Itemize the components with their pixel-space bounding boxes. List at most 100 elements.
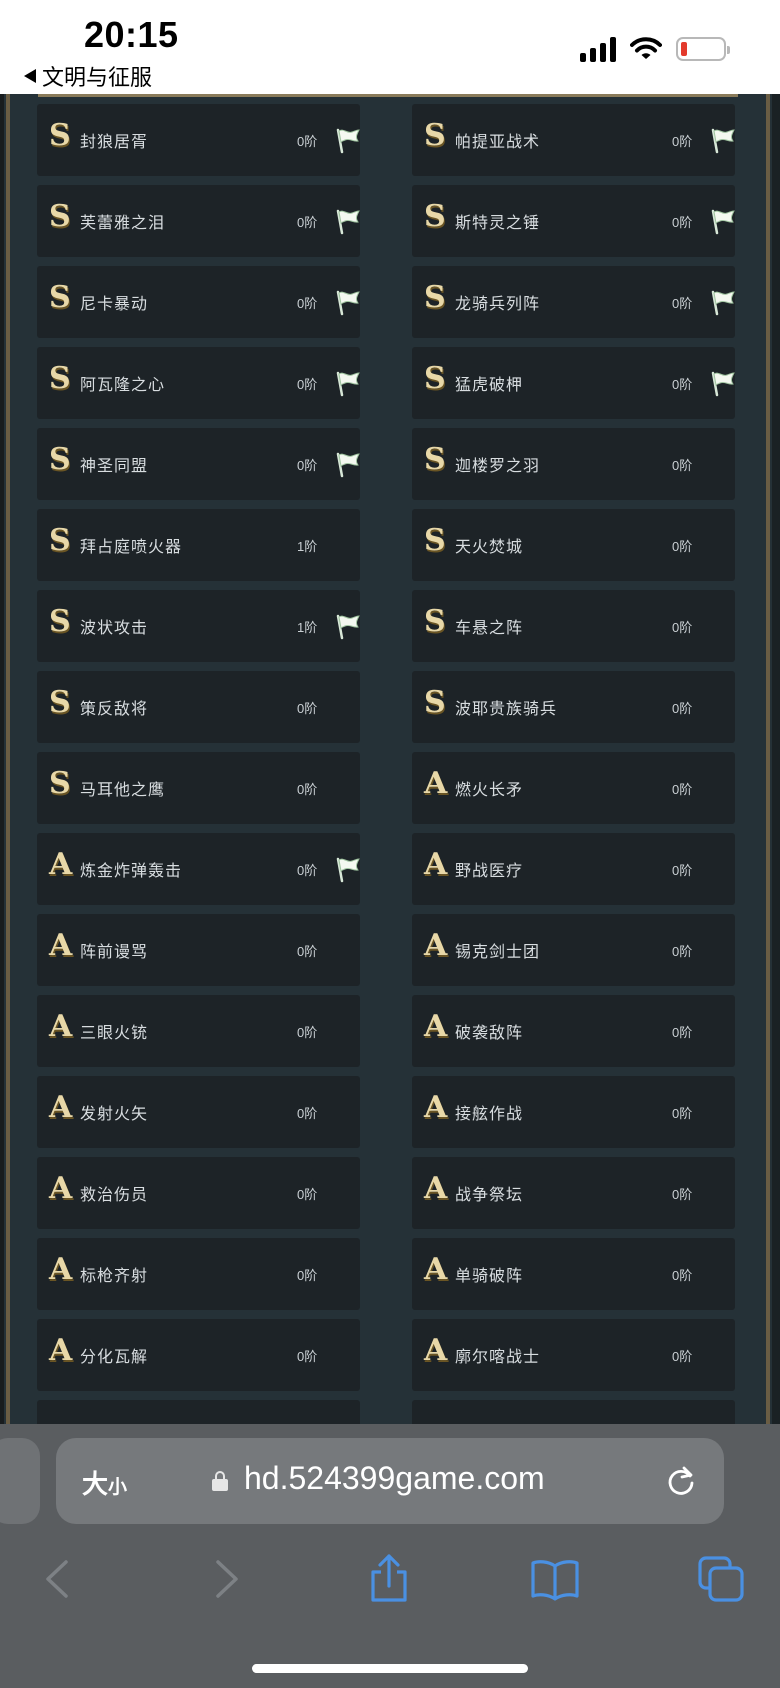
skill-level: 0阶 bbox=[672, 1106, 693, 1121]
flag-icon bbox=[711, 290, 735, 316]
bookmarks-icon[interactable] bbox=[530, 1554, 580, 1604]
reload-icon[interactable] bbox=[664, 1464, 698, 1498]
skill-card[interactable]: A 炼金炸弹轰击 0阶 bbox=[37, 833, 360, 905]
skill-name: 锡克剑士团 bbox=[455, 944, 541, 961]
skill-level: 0阶 bbox=[672, 701, 693, 716]
skill-level: 0阶 bbox=[297, 134, 318, 149]
back-to-app-button[interactable]: 文明与征服 bbox=[24, 60, 152, 92]
flag-icon bbox=[336, 857, 360, 883]
share-icon[interactable] bbox=[364, 1554, 414, 1604]
skill-grade: S bbox=[424, 442, 446, 477]
skill-name: 龙骑兵列阵 bbox=[455, 296, 541, 313]
skill-card[interactable]: S 天火焚城 0阶 bbox=[412, 509, 735, 581]
forward-nav-icon[interactable] bbox=[200, 1554, 250, 1604]
panel-border-left bbox=[6, 94, 10, 1424]
skill-name: 天火焚城 bbox=[455, 539, 524, 556]
skill-grid: S 封狼居胥 0阶 S 帕提亚战术 0阶 S 芙蕾雅之泪 0阶 S 斯特灵之锤 0阶 S 尼卡暴动 0阶 S 龙… bbox=[37, 104, 735, 1424]
text-size-button[interactable]: 大小 bbox=[82, 1464, 127, 1501]
skill-card[interactable]: A 标枪齐射 0阶 bbox=[37, 1238, 360, 1310]
skill-name: 车悬之阵 bbox=[455, 620, 524, 637]
skill-name: 策反敌将 bbox=[80, 701, 149, 718]
address-bar[interactable]: 大小 hd.524399game.com bbox=[56, 1438, 724, 1524]
skill-name: 野战医疗 bbox=[455, 863, 524, 880]
cellular-signal-icon bbox=[580, 36, 616, 62]
skill-list-panel: S 封狼居胥 0阶 S 帕提亚战术 0阶 S 芙蕾雅之泪 0阶 S 斯特灵之锤 0阶 S 尼卡暴动 0阶 S 龙… bbox=[0, 94, 780, 1424]
skill-level: 1阶 bbox=[297, 620, 318, 635]
skill-card[interactable]: S 策反敌将 0阶 bbox=[37, 671, 360, 743]
skill-grade: A bbox=[424, 928, 448, 963]
skill-card[interactable]: S 波状攻击 1阶 bbox=[37, 590, 360, 662]
skill-card[interactable]: A 阵前谩骂 0阶 bbox=[37, 914, 360, 986]
tabs-icon[interactable] bbox=[696, 1554, 746, 1604]
skill-name: 帕提亚战术 bbox=[455, 134, 541, 151]
skill-grade: S bbox=[424, 523, 446, 558]
skill-level: 0阶 bbox=[672, 782, 693, 797]
skill-card[interactable]: A 三眼火铳 0阶 bbox=[37, 995, 360, 1067]
skill-card[interactable]: A 发射火矢 0阶 bbox=[37, 1076, 360, 1148]
flag-icon bbox=[336, 290, 360, 316]
skill-card[interactable]: A 救治伤员 0阶 bbox=[37, 1157, 360, 1229]
skill-card[interactable]: S 龙骑兵列阵 0阶 bbox=[412, 266, 735, 338]
skill-card[interactable]: S 马耳他之鹰 0阶 bbox=[37, 752, 360, 824]
skill-grade: A bbox=[49, 1252, 73, 1287]
skill-grade: A bbox=[49, 1090, 73, 1125]
skill-level: 0阶 bbox=[672, 134, 693, 149]
skill-level: 0阶 bbox=[672, 863, 693, 878]
skill-name: 分化瓦解 bbox=[80, 1349, 149, 1366]
skill-grade: S bbox=[49, 361, 71, 396]
skill-level: 0阶 bbox=[672, 458, 693, 473]
back-app-label: 文明与征服 bbox=[42, 65, 153, 90]
skill-level: 1阶 bbox=[297, 539, 318, 554]
skill-name: 救治伤员 bbox=[80, 1187, 149, 1204]
previous-tab-preview[interactable] bbox=[0, 1438, 40, 1524]
status-bar: 20:15 文明与征服 bbox=[0, 0, 780, 94]
skill-card[interactable]: S 猛虎破柙 0阶 bbox=[412, 347, 735, 419]
skill-level: 0阶 bbox=[672, 1349, 693, 1364]
skill-level: 0阶 bbox=[297, 1025, 318, 1040]
skill-name: 斯特灵之锤 bbox=[455, 215, 541, 232]
skill-card[interactable]: A 廓尔喀战士 0阶 bbox=[412, 1319, 735, 1391]
skill-card[interactable]: A 野战医疗 0阶 bbox=[412, 833, 735, 905]
home-indicator[interactable] bbox=[252, 1664, 528, 1673]
flag-icon bbox=[711, 209, 735, 235]
skill-card[interactable]: S 阿瓦隆之心 0阶 bbox=[37, 347, 360, 419]
skill-card[interactable]: A 单骑破阵 0阶 bbox=[412, 1238, 735, 1310]
skill-card[interactable]: S 拜占庭喷火器 1阶 bbox=[37, 509, 360, 581]
skill-card[interactable]: A 锡克剑士团 0阶 bbox=[412, 914, 735, 986]
skill-grade: A bbox=[424, 766, 448, 801]
skill-grade: S bbox=[424, 361, 446, 396]
skill-name: 阿瓦隆之心 bbox=[80, 377, 166, 394]
skill-name: 尼卡暴动 bbox=[80, 296, 149, 313]
skill-grade: S bbox=[49, 523, 71, 558]
skill-card[interactable]: S 迦楼罗之羽 0阶 bbox=[412, 428, 735, 500]
skill-name: 发射火矢 bbox=[80, 1106, 149, 1123]
skill-card[interactable] bbox=[37, 1400, 360, 1424]
status-time: 20:15 bbox=[84, 14, 179, 55]
skill-card[interactable]: S 波耶贵族骑兵 0阶 bbox=[412, 671, 735, 743]
skill-card[interactable]: A 分化瓦解 0阶 bbox=[37, 1319, 360, 1391]
url-text[interactable]: hd.524399game.com bbox=[244, 1460, 545, 1497]
skill-name: 迦楼罗之羽 bbox=[455, 458, 541, 475]
skill-card[interactable] bbox=[412, 1400, 735, 1424]
skill-name: 战争祭坛 bbox=[455, 1187, 524, 1204]
skill-card[interactable]: S 封狼居胥 0阶 bbox=[37, 104, 360, 176]
skill-card[interactable]: A 燃火长矛 0阶 bbox=[412, 752, 735, 824]
skill-level: 0阶 bbox=[297, 296, 318, 311]
skill-level: 0阶 bbox=[297, 1187, 318, 1202]
skill-grade: A bbox=[424, 1333, 448, 1368]
skill-name: 炼金炸弹轰击 bbox=[80, 863, 183, 880]
back-nav-icon[interactable] bbox=[34, 1554, 84, 1604]
flag-icon bbox=[336, 614, 360, 640]
skill-card[interactable]: A 接舷作战 0阶 bbox=[412, 1076, 735, 1148]
skill-grade: S bbox=[424, 685, 446, 720]
skill-card[interactable]: S 斯特灵之锤 0阶 bbox=[412, 185, 735, 257]
skill-name: 廓尔喀战士 bbox=[455, 1349, 541, 1366]
skill-card[interactable]: S 车悬之阵 0阶 bbox=[412, 590, 735, 662]
skill-grade: A bbox=[49, 1009, 73, 1044]
skill-card[interactable]: S 神圣同盟 0阶 bbox=[37, 428, 360, 500]
skill-card[interactable]: A 战争祭坛 0阶 bbox=[412, 1157, 735, 1229]
skill-card[interactable]: S 芙蕾雅之泪 0阶 bbox=[37, 185, 360, 257]
skill-card[interactable]: S 尼卡暴动 0阶 bbox=[37, 266, 360, 338]
skill-card[interactable]: A 破袭敌阵 0阶 bbox=[412, 995, 735, 1067]
skill-card[interactable]: S 帕提亚战术 0阶 bbox=[412, 104, 735, 176]
